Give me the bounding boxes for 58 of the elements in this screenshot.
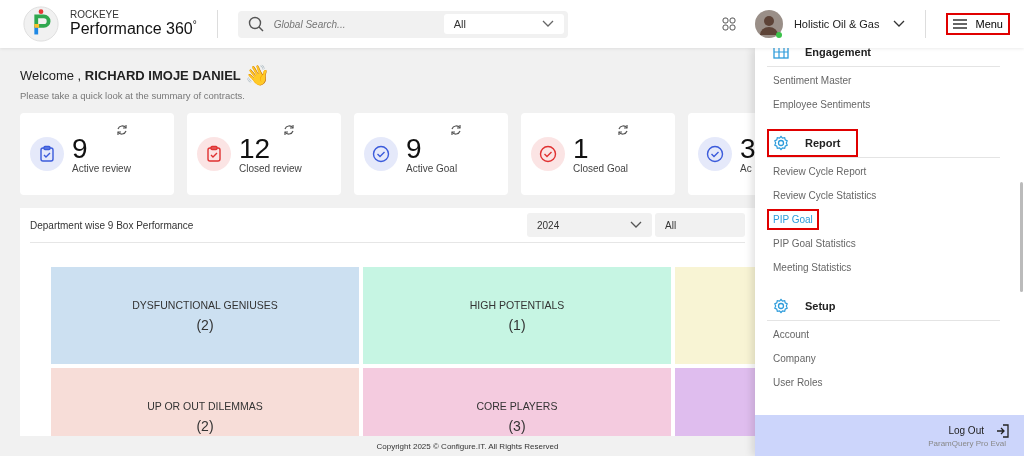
brand-tagline: ROCKEYE: [70, 9, 120, 21]
apps-icon[interactable]: [721, 17, 736, 31]
scope-dropdown[interactable]: All: [443, 14, 564, 34]
eval-note: ParamQuery Pro Eval: [928, 438, 1006, 448]
box-cell: CORE PLAYERS (3): [363, 368, 671, 436]
box-cell: HIGH POTENTIALS (1): [363, 267, 671, 364]
wave-icon: 👋: [244, 63, 270, 87]
panel-title: Department wise 9 Box Performance: [30, 219, 195, 231]
year-dropdown[interactable]: 2024: [527, 213, 652, 237]
stat-label: Closed review: [239, 163, 302, 174]
box-cell: DYSFUNCTIONAL GENIUSES (2): [51, 267, 359, 364]
menu-item[interactable]: Meeting Statistics: [767, 257, 858, 278]
menu-item[interactable]: Company: [767, 348, 822, 369]
menu-section-header[interactable]: Engagement: [767, 48, 889, 66]
menu-icon: [953, 19, 968, 29]
menu-item[interactable]: User Roles: [767, 372, 829, 393]
stat-value: 12: [239, 134, 272, 163]
chevron-icon: [541, 20, 554, 28]
menu-item[interactable]: Account: [767, 324, 816, 345]
stat-label: Active review: [72, 163, 131, 174]
stat-value: 9: [72, 134, 89, 163]
menu-button[interactable]: Menu: [946, 13, 1010, 35]
chevron-icon: [893, 20, 906, 28]
logout-icon: [996, 423, 1010, 438]
brand-name: Performance 360$^{°}$: [70, 20, 197, 39]
avatar-icon[interactable]: [753, 9, 784, 39]
welcome-text: Welcome , RICHARD IMOJE DANIEL: [20, 67, 241, 83]
refresh-icon[interactable]: [116, 124, 128, 136]
filter-dropdown[interactable]: All: [655, 213, 745, 237]
refresh-icon[interactable]: [450, 124, 462, 136]
menu-item[interactable]: Review Cycle Report: [767, 161, 873, 182]
welcome-subtitle: Please take a quick look at the summary of contracts.: [20, 90, 246, 101]
stat-value: 3: [740, 134, 755, 163]
menu-section-header[interactable]: Report: [767, 129, 859, 157]
grid-icon: [773, 48, 789, 60]
logo-icon: [22, 5, 60, 43]
menu-item[interactable]: Review Cycle Statistics: [767, 185, 883, 206]
search-field[interactable]: Global Search... All: [237, 10, 568, 38]
menu-item[interactable]: Sentiment Master: [767, 70, 858, 91]
copyright-text: Copyright 2025 © Configure.IT. All Rights Reserved: [375, 440, 560, 453]
menu-item[interactable]: Employee Sentiments: [767, 94, 877, 115]
search-icon: [247, 16, 264, 32]
logout-button[interactable]: Log Out: [948, 423, 1010, 438]
refresh-icon[interactable]: [283, 124, 295, 136]
stat-label: Active Goal: [406, 163, 458, 174]
scrollbar-thumb[interactable]: [1020, 182, 1023, 292]
settings-icon: [773, 135, 789, 151]
company-selector[interactable]: Holistic Oil & Gas: [793, 18, 906, 30]
stat-value: 1: [573, 134, 590, 163]
stat-value: 9: [406, 134, 423, 163]
box-cell: UP OR OUT DILEMMAS (2): [51, 368, 359, 436]
stat-label: Closed Goal: [573, 163, 629, 174]
refresh-icon[interactable]: [617, 124, 629, 136]
settings-icon: [773, 298, 789, 314]
stat-label: Ac: [740, 163, 753, 174]
menu-section-header[interactable]: Setup: [767, 292, 854, 320]
menu-item[interactable]: PIP Goal Statistics: [767, 233, 862, 254]
chevron-icon: [630, 221, 642, 229]
